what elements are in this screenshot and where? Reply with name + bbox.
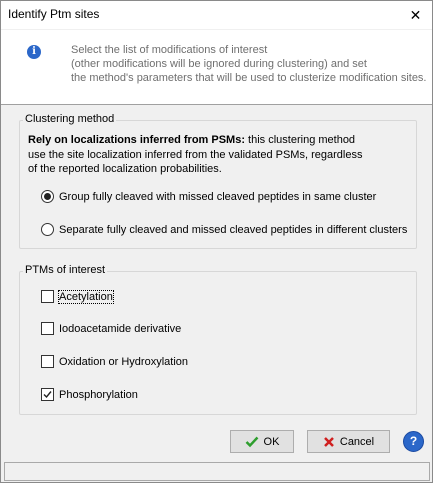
checkmark-icon [43, 391, 52, 399]
clustering-description-line-2: of the reported localization probabiliti… [28, 163, 222, 175]
status-bar [1, 459, 432, 482]
checkbox-unchecked[interactable] [41, 322, 54, 335]
close-button[interactable]: ✕ [399, 3, 432, 27]
close-icon: ✕ [409, 6, 422, 23]
radio-separate-clusters[interactable]: Separate fully cleaved and missed cleave… [41, 223, 407, 236]
cancel-button[interactable]: Cancel [307, 430, 390, 453]
help-icon: ? [409, 434, 418, 448]
clustering-description-heading: Rely on localizations inferred from PSMs… [28, 134, 355, 146]
ptms-group-title: PTMs of interest [23, 264, 108, 276]
info-icon: i [27, 45, 41, 59]
clustering-method-title: Clustering method [23, 113, 117, 125]
clustering-description-line-1: use the site localization inferred from … [28, 149, 363, 161]
radio-label-same-cluster[interactable]: Group fully cleaved with missed cleaved … [59, 191, 376, 203]
radio-button-unselected[interactable] [41, 223, 54, 236]
checkbox-label-phosphorylation[interactable]: Phosphorylation [59, 389, 138, 401]
banner-line-2: (other modifications will be ignored dur… [71, 58, 367, 70]
banner-line-1: Select the list of modifications of inte… [71, 44, 268, 56]
checkbox-oxidation[interactable]: Oxidation or Hydroxylation [41, 355, 188, 368]
checkbox-label-oxidation[interactable]: Oxidation or Hydroxylation [59, 356, 188, 368]
checkbox-unchecked[interactable] [41, 290, 54, 303]
clustering-heading-rest: this clustering method [245, 134, 356, 146]
clustering-heading-bold: Rely on localizations inferred from PSMs… [28, 134, 245, 146]
dialog-window: Identify Ptm sites ✕ i Select the list o… [0, 0, 433, 483]
window-title: Identify Ptm sites [8, 7, 100, 21]
status-field [4, 462, 430, 481]
checkbox-iodoacetamide[interactable]: Iodoacetamide derivative [41, 322, 181, 335]
radio-label-separate-clusters[interactable]: Separate fully cleaved and missed cleave… [59, 224, 407, 236]
radio-button-selected[interactable] [41, 190, 54, 203]
radio-group-same-cluster[interactable]: Group fully cleaved with missed cleaved … [41, 190, 376, 203]
cancel-x-icon [323, 436, 334, 447]
title-bar: Identify Ptm sites ✕ [1, 1, 432, 29]
help-button[interactable]: ? [403, 431, 424, 452]
checkbox-phosphorylation[interactable]: Phosphorylation [41, 388, 138, 401]
checkmark-icon [245, 436, 258, 447]
info-banner: i Select the list of modifications of in… [1, 30, 432, 105]
ok-button-label: OK [263, 435, 280, 448]
cancel-button-label: Cancel [339, 435, 375, 448]
banner-line-3: the method's parameters that will be use… [71, 72, 427, 84]
checkbox-checked[interactable] [41, 388, 54, 401]
checkbox-label-iodoacetamide[interactable]: Iodoacetamide derivative [59, 323, 181, 335]
checkbox-unchecked[interactable] [41, 355, 54, 368]
ok-button[interactable]: OK [230, 430, 294, 453]
checkbox-acetylation[interactable]: Acetylation [41, 289, 114, 304]
checkbox-label-acetylation[interactable]: Acetylation [58, 289, 114, 304]
